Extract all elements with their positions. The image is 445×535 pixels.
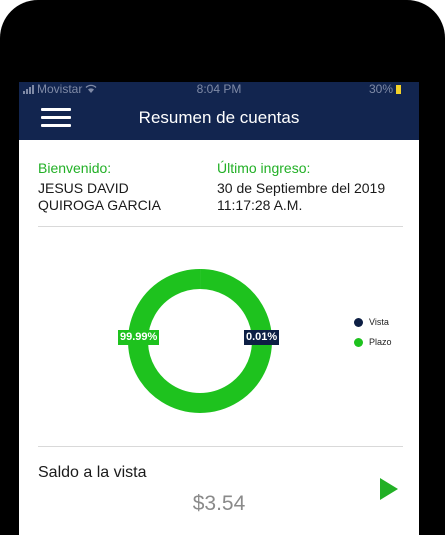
divider-top <box>38 226 403 227</box>
battery-icon <box>396 84 401 94</box>
app-screen: Movistar 8:04 PM 30% Resumen de cuentas … <box>19 82 419 535</box>
legend-item-vista: Vista <box>354 317 392 327</box>
welcome-block: Bienvenido: JESUS DAVID QUIROGA GARCIA <box>38 159 208 214</box>
play-icon[interactable] <box>380 478 398 500</box>
chart-legend: Vista Plazo <box>354 317 392 357</box>
welcome-label: Bienvenido: <box>38 160 112 176</box>
balance-title: Saldo a la vista <box>38 464 147 481</box>
last-login-block: Último ingreso: 30 de Septiembre del 201… <box>217 159 407 214</box>
status-time: 8:04 PM <box>196 82 242 96</box>
battery-percent: 30% <box>368 82 393 96</box>
divider-bottom <box>38 446 403 447</box>
page-title: Resumen de cuentas <box>138 108 300 127</box>
legend-label-vista: Vista <box>369 317 389 327</box>
legend-dot-vista <box>354 317 363 327</box>
legend-item-plazo: Plazo <box>354 337 392 347</box>
last-login-date: 30 de Septiembre del 2019 11:17:28 A.M. <box>217 180 386 213</box>
phone-frame: Movistar 8:04 PM 30% Resumen de cuentas … <box>0 0 445 535</box>
user-name: JESUS DAVID QUIROGA GARCIA <box>38 180 161 213</box>
legend-label-plazo: Plazo <box>369 337 392 347</box>
vista-percent-label: 0.01% <box>244 330 280 345</box>
status-bar: Movistar 8:04 PM 30% <box>19 82 419 96</box>
legend-dot-plazo <box>354 337 363 347</box>
balance-amount: $3.54 <box>192 492 246 515</box>
accounts-chart: 99.99% 0.01% Vista Plazo <box>19 262 419 422</box>
status-right: 30% <box>369 82 401 96</box>
last-login-label: Último ingreso: <box>217 160 311 176</box>
plazo-percent-label: 99.99% <box>118 330 160 345</box>
nav-bar: Resumen de cuentas <box>19 96 419 140</box>
